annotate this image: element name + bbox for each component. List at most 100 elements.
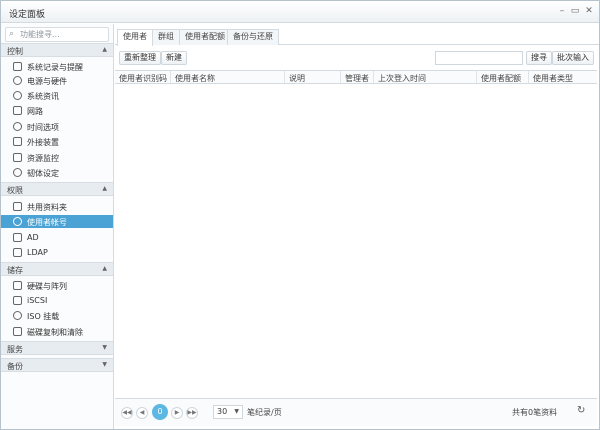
- user-table-body: [115, 85, 597, 394]
- reload-icon[interactable]: ↻: [577, 405, 585, 416]
- tab-groups[interactable]: 群组: [152, 29, 180, 45]
- tab-user-quota[interactable]: 使用者配额: [179, 29, 231, 45]
- column-divider[interactable]: [476, 71, 477, 83]
- section-control[interactable]: 控制 ▲: [1, 43, 113, 57]
- user-icon: [13, 217, 22, 226]
- column-header[interactable]: 使用者识别码: [119, 73, 167, 84]
- section-label: 控制: [7, 47, 23, 56]
- section-backup[interactable]: 备份 ▼: [1, 358, 113, 372]
- broom-icon: [13, 327, 22, 336]
- current-page-indicator[interactable]: 0: [152, 404, 168, 420]
- refresh-button[interactable]: 重新整理: [119, 51, 161, 65]
- sidebar-item-external-devices[interactable]: 外接装置: [1, 135, 113, 148]
- window-title: 设定面板: [9, 10, 46, 20]
- log-icon: [13, 62, 22, 71]
- settings-window: 设定面板 – ▭ ✕ ⌕ 控制 ▲ 系统记录与提醒 电源与硬件 系统资讯 网路 …: [0, 0, 600, 430]
- sidebar-item-label: 韧体设定: [27, 169, 59, 178]
- column-header[interactable]: 使用者名称: [175, 73, 215, 84]
- sidebar-item-iscsi[interactable]: iSCSI: [1, 294, 113, 307]
- sidebar-item-disks-arrays[interactable]: 硬碟与阵列: [1, 279, 113, 292]
- collapse-arrow-icon: ▲: [102, 265, 107, 272]
- sidebar-item-network[interactable]: 网路: [1, 104, 113, 117]
- pagination-bar: ◀◀ ◀ 0 ▶ ▶▶ 30 ▼ 笔纪录/页 共有0笔资料 ↻: [115, 398, 597, 426]
- expand-arrow-icon: ▼: [102, 361, 107, 368]
- sidebar-item-ldap[interactable]: LDAP: [1, 246, 113, 259]
- sidebar: ⌕ 控制 ▲ 系统记录与提醒 电源与硬件 系统资讯 网路 时间选项 外接装置 资…: [1, 24, 114, 429]
- sidebar-item-label: 系统资讯: [27, 92, 59, 101]
- column-header[interactable]: 上次登入时间: [378, 73, 426, 84]
- maximize-button[interactable]: ▭: [570, 6, 580, 16]
- collapse-arrow-icon: ▲: [102, 185, 107, 192]
- sidebar-item-iso-mount[interactable]: ISO 挂载: [1, 309, 113, 322]
- sidebar-item-label: 资源监控: [27, 154, 59, 163]
- page-size-select[interactable]: 30 ▼: [213, 405, 243, 419]
- section-permissions[interactable]: 权限 ▲: [1, 182, 113, 196]
- sidebar-item-system-log[interactable]: 系统记录与提醒: [1, 60, 113, 73]
- minimize-button[interactable]: –: [557, 6, 567, 16]
- function-search: ⌕: [5, 27, 109, 42]
- close-button[interactable]: ✕: [584, 6, 594, 16]
- sidebar-item-system-info[interactable]: 系统资讯: [1, 89, 113, 102]
- iso-icon: [13, 311, 22, 320]
- sidebar-item-firmware[interactable]: 韧体设定: [1, 166, 113, 179]
- collapse-arrow-icon: ▲: [102, 46, 107, 53]
- tab-bar: 使用者 群组 使用者配额 备份与还原: [115, 26, 599, 46]
- info-icon: [13, 91, 22, 100]
- page-size-value: 30: [217, 407, 228, 416]
- ad-icon: [13, 233, 22, 242]
- sidebar-item-disk-clone-wipe[interactable]: 磁碟复制和清除: [1, 325, 113, 338]
- create-button[interactable]: 新建: [161, 51, 187, 65]
- power-icon: [13, 76, 22, 85]
- sidebar-item-label: LDAP: [27, 248, 48, 257]
- user-search-input[interactable]: [435, 51, 523, 65]
- column-divider[interactable]: [528, 71, 529, 83]
- section-label: 储存: [7, 266, 23, 275]
- column-header[interactable]: 使用者配额: [481, 73, 521, 84]
- column-header[interactable]: 说明: [289, 73, 305, 84]
- ldap-icon: [13, 248, 22, 257]
- column-divider[interactable]: [340, 71, 341, 83]
- sidebar-item-power[interactable]: 电源与硬件: [1, 74, 113, 87]
- table-header: 使用者识别码 使用者名称 说明 管理者 上次登入时间 使用者配额 使用者类型: [115, 70, 597, 84]
- sidebar-item-label: 网路: [27, 107, 43, 116]
- tab-users[interactable]: 使用者: [117, 29, 153, 46]
- column-header[interactable]: 管理者: [345, 73, 369, 84]
- column-divider[interactable]: [284, 71, 285, 83]
- sidebar-item-time[interactable]: 时间选项: [1, 120, 113, 133]
- main-content: 使用者 群组 使用者配额 备份与还原 重新整理 新建 搜寻 批次输入 使用者识别…: [115, 24, 599, 429]
- sidebar-item-label: 共用资料夹: [27, 203, 67, 212]
- column-divider[interactable]: [373, 71, 374, 83]
- section-services[interactable]: 服务 ▼: [1, 341, 113, 355]
- sidebar-item-label: ISO 挂载: [27, 312, 60, 321]
- batch-import-button[interactable]: 批次输入: [552, 51, 594, 65]
- title-bar: 设定面板 – ▭ ✕: [1, 1, 599, 23]
- sidebar-item-label: 系统记录与提醒: [27, 63, 83, 72]
- disk-icon: [13, 281, 22, 290]
- function-search-input[interactable]: [20, 29, 106, 40]
- dropdown-arrow-icon: ▼: [234, 408, 239, 415]
- total-records-label: 共有0笔资料: [512, 408, 558, 417]
- sidebar-item-resource-monitor[interactable]: 资源监控: [1, 151, 113, 164]
- section-label: 服务: [7, 345, 23, 354]
- sidebar-item-label: 时间选项: [27, 123, 59, 132]
- tab-backup-restore[interactable]: 备份与还原: [227, 29, 279, 45]
- sidebar-item-label: AD: [27, 233, 39, 242]
- sidebar-item-label: 电源与硬件: [27, 77, 67, 86]
- sidebar-item-ad[interactable]: AD: [1, 231, 113, 244]
- sidebar-item-label: iSCSI: [27, 296, 48, 305]
- first-page-icon[interactable]: ◀◀: [121, 407, 133, 419]
- monitor-icon: [13, 153, 22, 162]
- sidebar-item-label: 使用者帐号: [27, 218, 67, 227]
- section-label: 备份: [7, 362, 23, 371]
- sidebar-item-user-accounts[interactable]: 使用者帐号: [1, 215, 113, 228]
- sidebar-item-shared-folders[interactable]: 共用资料夹: [1, 200, 113, 213]
- prev-page-icon[interactable]: ◀: [136, 407, 148, 419]
- column-header[interactable]: 使用者类型: [533, 73, 573, 84]
- usb-icon: [13, 137, 22, 146]
- sidebar-item-label: 硬碟与阵列: [27, 282, 67, 291]
- section-storage[interactable]: 储存 ▲: [1, 262, 113, 276]
- column-divider[interactable]: [170, 71, 171, 83]
- next-page-icon[interactable]: ▶: [171, 407, 183, 419]
- search-button[interactable]: 搜寻: [526, 51, 552, 65]
- last-page-icon[interactable]: ▶▶: [186, 407, 198, 419]
